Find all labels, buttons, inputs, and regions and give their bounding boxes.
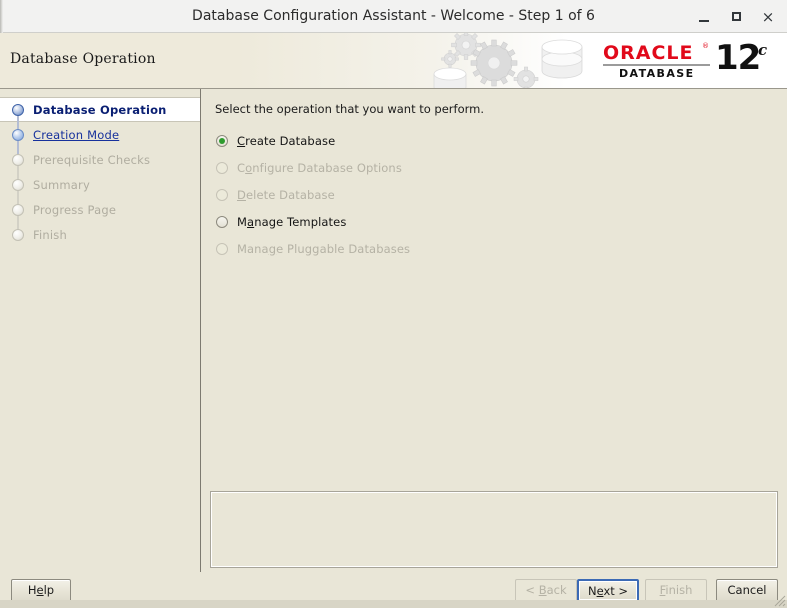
radio-label: Delete Database (237, 188, 335, 202)
sidebar-item-label: Progress Page (33, 203, 116, 217)
close-button[interactable]: × (759, 8, 777, 26)
oracle-version-number: 12 (715, 38, 760, 78)
radio-button-icon (216, 162, 228, 174)
logo-divider (603, 64, 710, 66)
radio-label: Create Database (237, 134, 335, 148)
operation-radio-group: Create Database Configure Database Optio… (213, 127, 633, 262)
oracle-brand-text: ORACLE (603, 42, 694, 64)
sidebar-item-label: Database Operation (33, 103, 167, 117)
step-bullet-icon (12, 229, 24, 241)
radio-button-icon (216, 216, 228, 228)
radio-delete-database: Delete Database (213, 181, 633, 208)
minimize-icon (699, 20, 709, 22)
step-bullet-icon (12, 129, 24, 141)
sidebar-item-creation-mode[interactable]: Creation Mode (0, 122, 200, 147)
step-bullet-icon (12, 104, 24, 116)
radio-label: Manage Templates (237, 215, 346, 229)
gears-database-graphic (430, 33, 610, 89)
step-bullet-icon (12, 179, 24, 191)
next-button[interactable]: Next > (577, 579, 639, 602)
page-title: Database Operation (10, 51, 156, 67)
radio-button-icon (216, 243, 228, 255)
resize-grip[interactable] (774, 595, 786, 607)
radio-create-database[interactable]: Create Database (213, 127, 633, 154)
radio-button-icon (216, 135, 228, 147)
sidebar-item-label: Finish (33, 228, 67, 242)
radio-button-icon (216, 189, 228, 201)
window-title: Database Configuration Assistant - Welco… (0, 0, 787, 33)
back-button: < Back (515, 579, 577, 602)
main-content: Select the operation that you want to pe… (201, 89, 787, 572)
oracle-product-text: DATABASE (619, 67, 695, 80)
steps-sidebar: Database Operation Creation Mode Prerequ… (0, 89, 201, 572)
help-button[interactable]: Help (11, 579, 71, 602)
step-bullet-icon (12, 154, 24, 166)
step-list: Database Operation Creation Mode Prerequ… (0, 97, 200, 247)
close-icon: × (762, 8, 775, 26)
oracle-logo: ORACLE ® DATABASE 12 c (603, 40, 775, 84)
radio-configure-database-options: Configure Database Options (213, 154, 633, 181)
sidebar-item-label: Summary (33, 178, 90, 192)
radio-manage-pluggable-databases: Manage Pluggable Databases (213, 235, 633, 262)
sidebar-item-database-operation[interactable]: Database Operation (0, 97, 200, 122)
dbca-window: Database Configuration Assistant - Welco… (0, 0, 787, 608)
sidebar-item-finish: Finish (0, 222, 200, 247)
maximize-button[interactable] (727, 8, 745, 26)
finish-button: Finish (645, 579, 707, 602)
title-bar: Database Configuration Assistant - Welco… (0, 0, 787, 33)
message-panel (210, 491, 778, 568)
registered-trademark-icon: ® (702, 42, 709, 50)
operation-prompt: Select the operation that you want to pe… (215, 102, 484, 116)
step-bullet-icon (12, 204, 24, 216)
sidebar-item-progress-page: Progress Page (0, 197, 200, 222)
oracle-version-suffix: c (758, 41, 767, 59)
sidebar-item-summary: Summary (0, 172, 200, 197)
radio-label: Configure Database Options (237, 161, 402, 175)
sidebar-item-label: Creation Mode (33, 128, 119, 142)
page-header: Database Operation (0, 33, 787, 89)
background-window-sliver (0, 600, 787, 608)
sidebar-item-label: Prerequisite Checks (33, 153, 150, 167)
radio-manage-templates[interactable]: Manage Templates (213, 208, 633, 235)
cancel-button[interactable]: Cancel (716, 579, 778, 602)
radio-label: Manage Pluggable Databases (237, 242, 410, 256)
sidebar-item-prerequisite-checks: Prerequisite Checks (0, 147, 200, 172)
minimize-button[interactable] (695, 8, 713, 26)
maximize-icon (732, 12, 741, 21)
